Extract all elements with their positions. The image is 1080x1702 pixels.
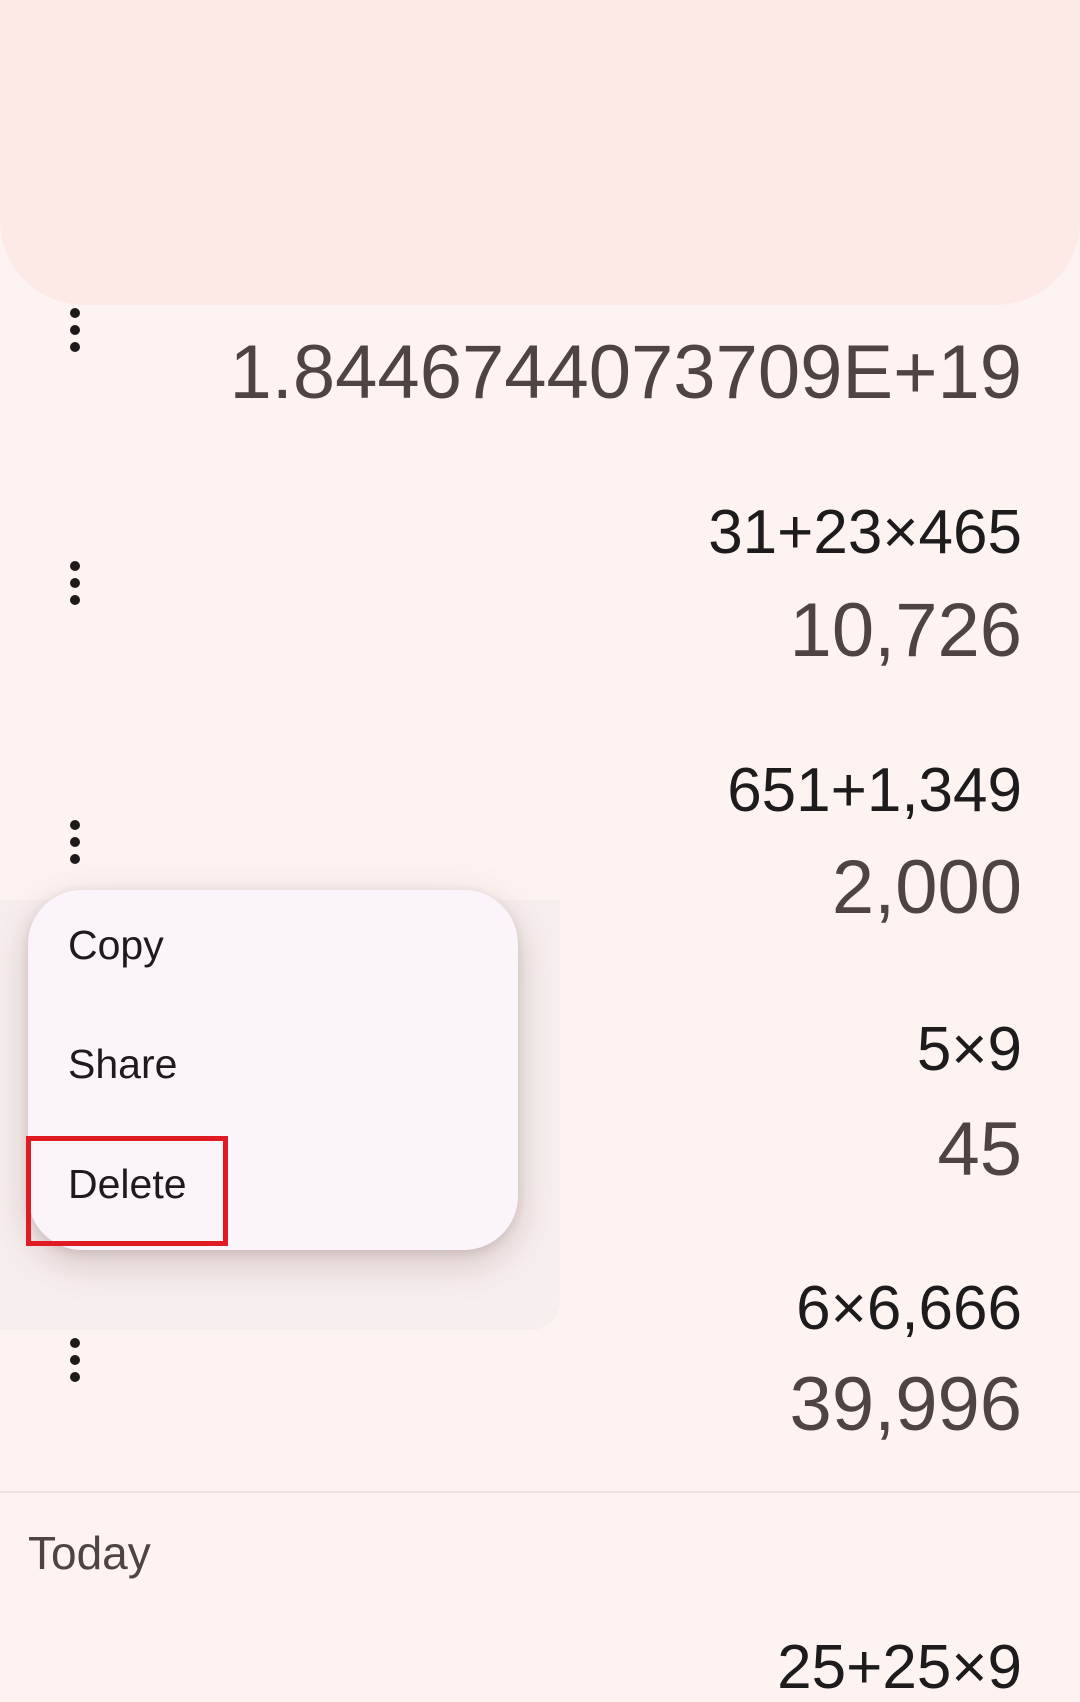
more-options-icon[interactable] bbox=[50, 1330, 100, 1390]
context-menu: Copy Share Delete bbox=[28, 890, 518, 1250]
history-expression: 6×6,666 bbox=[796, 1274, 1022, 1343]
section-divider bbox=[0, 1491, 1080, 1493]
history-expression: 31+23×465 bbox=[708, 498, 1022, 567]
more-options-icon[interactable] bbox=[50, 812, 100, 872]
share-menu-item[interactable]: Share bbox=[28, 1009, 518, 1119]
delete-menu-item[interactable]: Delete bbox=[28, 1129, 518, 1239]
more-options-icon[interactable] bbox=[50, 300, 100, 360]
history-expression: 5×9 bbox=[916, 1015, 1022, 1084]
history-result: 2,000 bbox=[831, 845, 1022, 930]
history-result: 39,996 bbox=[789, 1362, 1022, 1447]
history-expression: 651+1,349 bbox=[727, 756, 1022, 825]
history-result: 10,726 bbox=[789, 588, 1022, 673]
section-label-today: Today bbox=[28, 1527, 151, 1579]
more-options-icon[interactable] bbox=[50, 553, 100, 613]
history-result: 1.8446744073709E+19 bbox=[229, 330, 1022, 415]
copy-menu-item[interactable]: Copy bbox=[28, 890, 518, 1000]
history-result: 45 bbox=[937, 1107, 1022, 1192]
display-panel bbox=[0, 0, 1080, 305]
